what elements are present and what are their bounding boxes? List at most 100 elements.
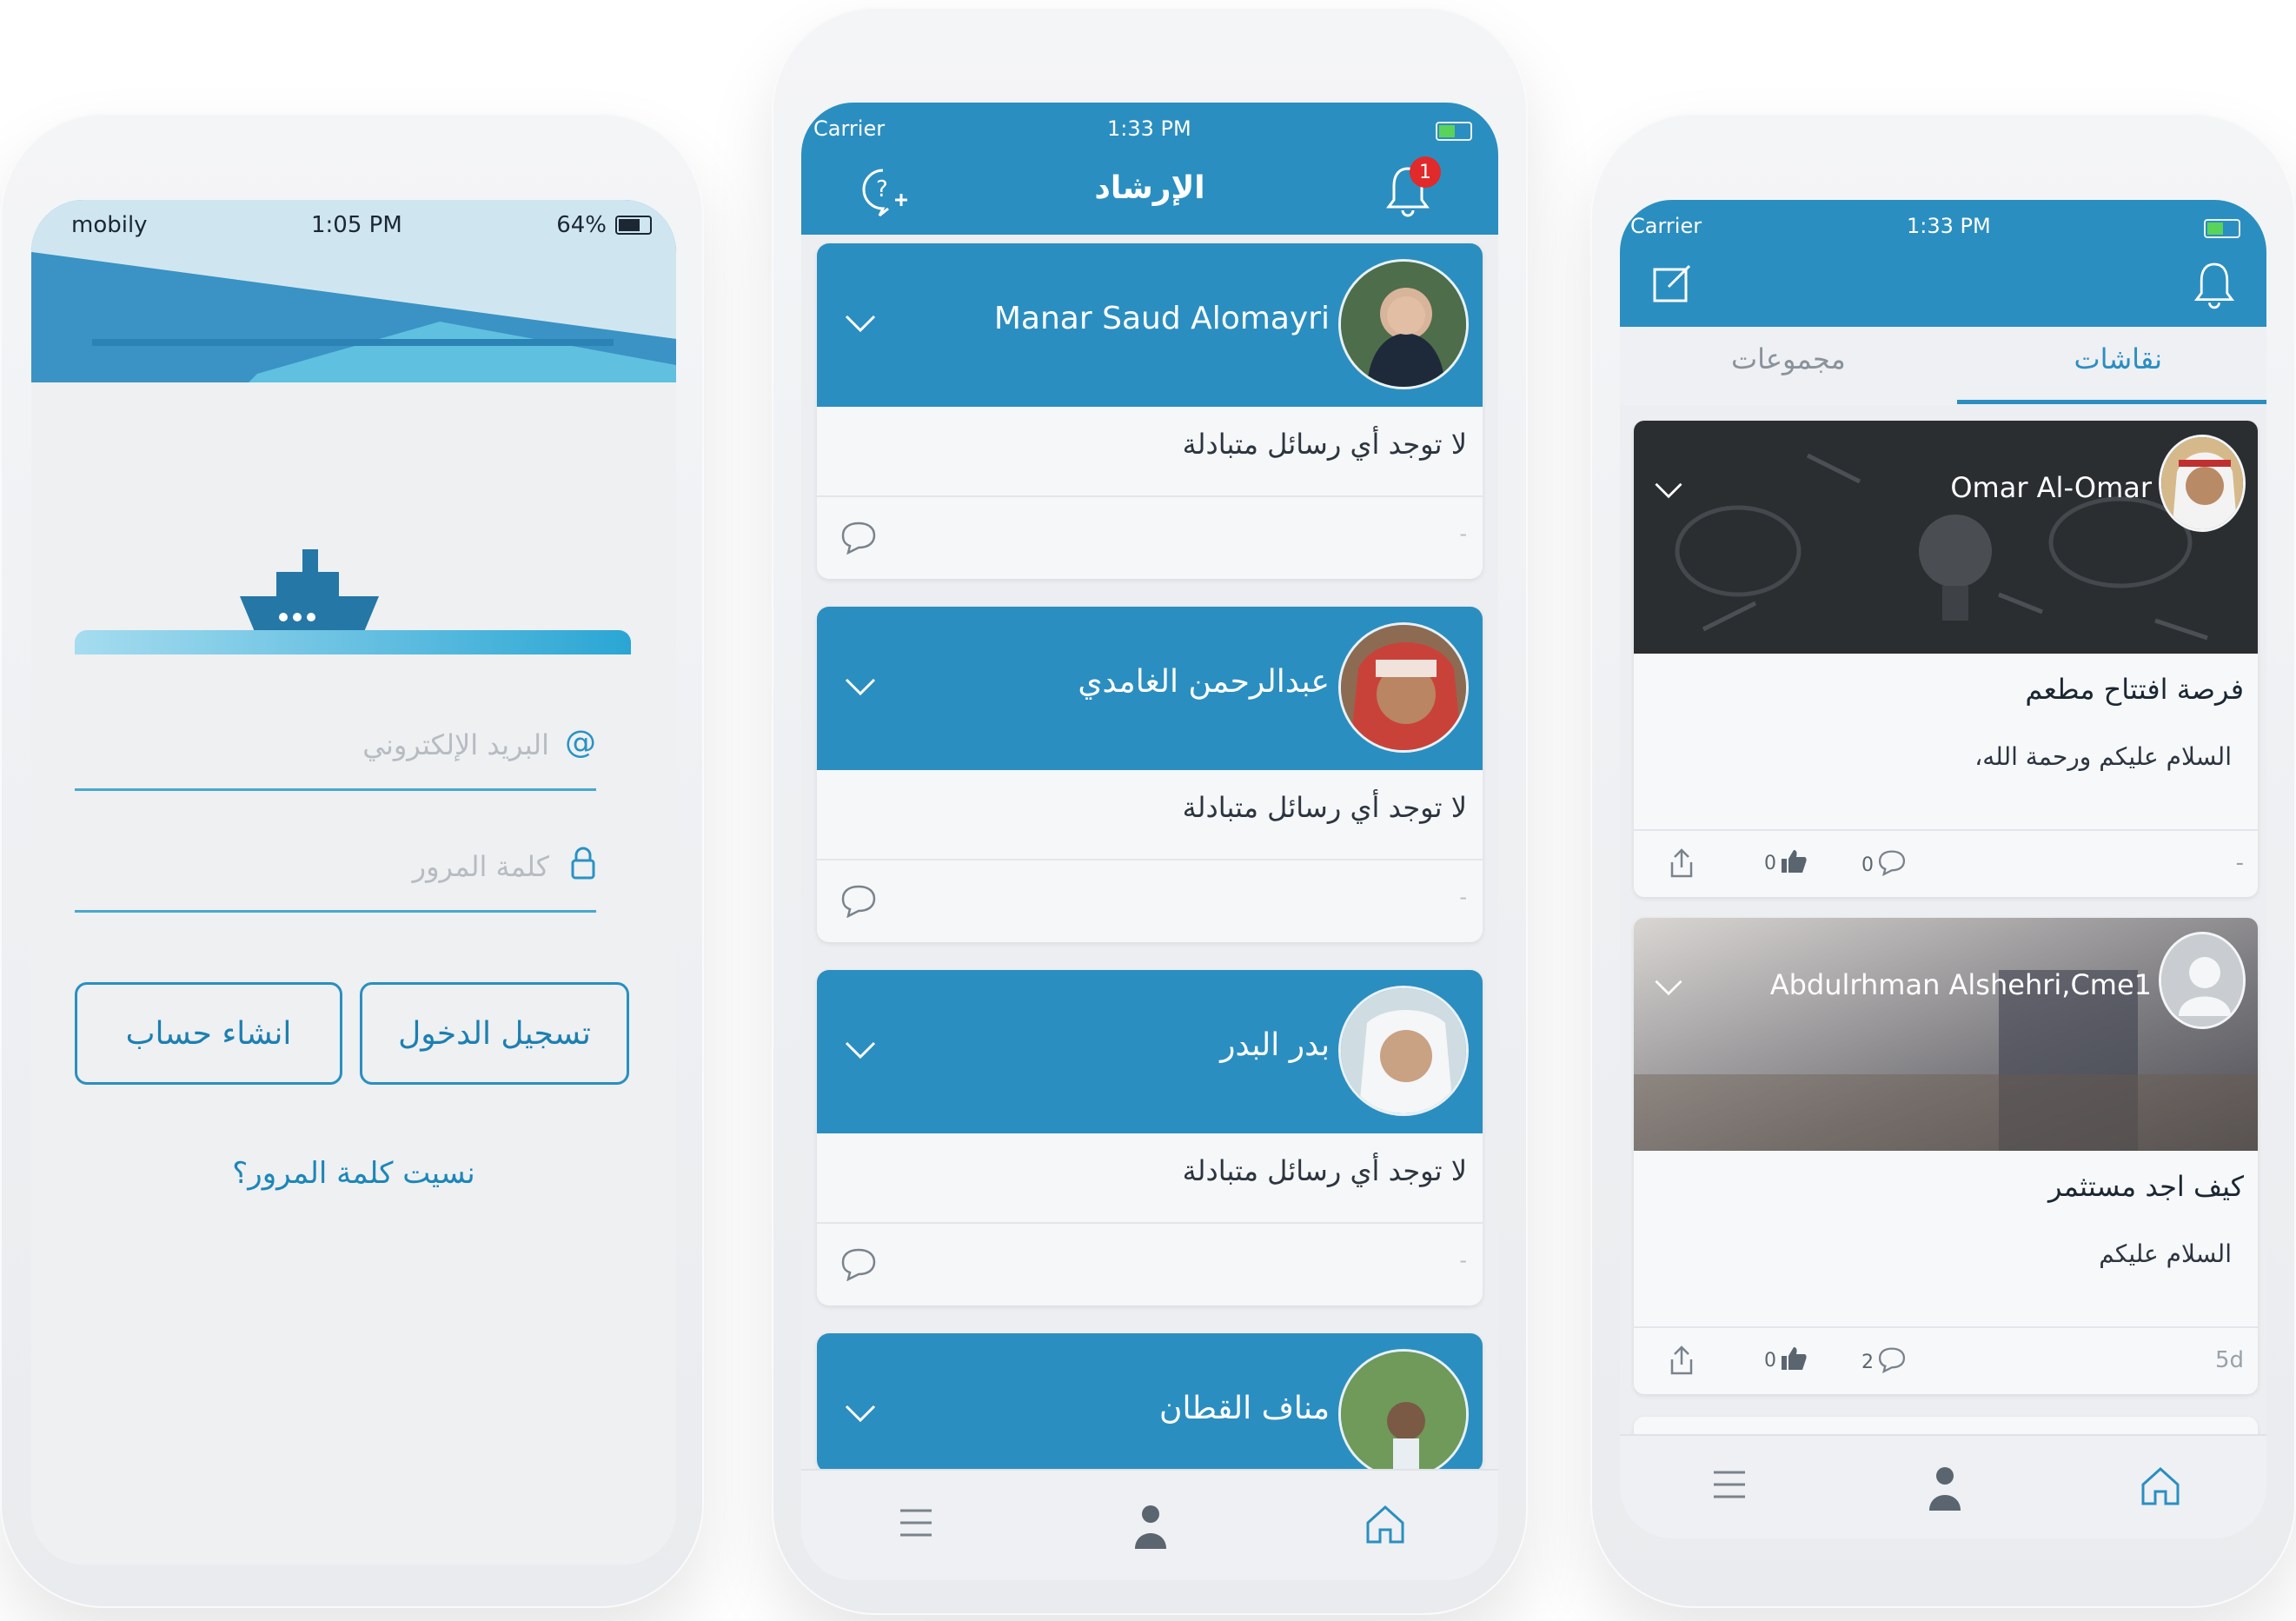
comment-icon[interactable] bbox=[839, 1246, 878, 1281]
chevron-down-icon[interactable] bbox=[1651, 970, 1686, 1005]
clock: 1:33 PM bbox=[1107, 116, 1191, 141]
battery-icon bbox=[2204, 219, 2240, 238]
avatar bbox=[1338, 622, 1469, 753]
post-card[interactable]: Omar Al-Omar فرصة افتتاح مطعم السلام علي… bbox=[1634, 421, 2258, 897]
password-placeholder: كلمة المرور bbox=[412, 850, 549, 883]
active-tab-indicator bbox=[1957, 400, 2266, 404]
chevron-down-icon[interactable] bbox=[841, 1031, 879, 1069]
comment-icon[interactable] bbox=[839, 883, 878, 918]
post-body: السلام عليكم ورحمة الله، bbox=[1974, 742, 2232, 771]
post-actions: 0 2 5d bbox=[1634, 1342, 2258, 1385]
post-title: فرصة افتتاح مطعم bbox=[2025, 673, 2244, 706]
like-count: 0 bbox=[1764, 853, 1776, 874]
comment-icon[interactable] bbox=[839, 520, 878, 555]
avatar bbox=[1338, 986, 1469, 1116]
ship-icon bbox=[75, 530, 631, 669]
status-bar: Carrier 1:33 PM bbox=[1620, 207, 2266, 242]
tab-discussions[interactable]: نقاشات bbox=[2074, 342, 2162, 375]
comment-count: 0 bbox=[1861, 854, 1874, 876]
post-card[interactable]: Abdulrhman Alshehri,Cme1 كيف اجد مستثمر … bbox=[1634, 918, 2258, 1394]
status-dash: - bbox=[1459, 1248, 1467, 1272]
mentor-card[interactable]: Manar Saud Alomayri لا توجد أي رسائل متب… bbox=[817, 243, 1483, 579]
like-button[interactable]: 0 bbox=[1764, 848, 1808, 874]
comment-button[interactable]: 0 bbox=[1861, 848, 1907, 876]
profile-icon[interactable] bbox=[1926, 1465, 1964, 1511]
battery-percent: 64% bbox=[556, 212, 607, 238]
mentorship-screen: Carrier 1:33 PM ? الإرشاد 1 Manar Saud A… bbox=[801, 103, 1498, 1580]
profile-icon[interactable] bbox=[1131, 1504, 1170, 1549]
share-icon[interactable] bbox=[1669, 1345, 1695, 1375]
tab-groups[interactable]: مجموعات bbox=[1731, 342, 1846, 375]
status-dash: - bbox=[1459, 885, 1467, 909]
login-phone: mobily 1:05 PM 64% البريد الإلكتروني @ ك… bbox=[0, 113, 704, 1608]
chevron-down-icon[interactable] bbox=[841, 1394, 879, 1432]
mentor-name: بدر البدر bbox=[1220, 1027, 1330, 1063]
post-title: كيف اجد مستثمر bbox=[2048, 1170, 2244, 1203]
avatar bbox=[1338, 259, 1469, 389]
mentor-name: عبدالرحمن الغامدي bbox=[1078, 664, 1330, 700]
login-header: mobily 1:05 PM 64% bbox=[31, 200, 676, 382]
mentor-card[interactable]: عبدالرحمن الغامدي لا توجد أي رسائل متباد… bbox=[817, 607, 1483, 942]
top-bar: Carrier 1:33 PM ? الإرشاد 1 bbox=[801, 103, 1498, 235]
status-dash: - bbox=[1459, 522, 1467, 546]
status-bar: mobily 1:05 PM 64% bbox=[31, 200, 676, 252]
discussions-phone: Carrier 1:33 PM مجموعات نقاشات Omar Al-O… bbox=[1590, 113, 2296, 1608]
carrier-label: Carrier bbox=[813, 116, 886, 141]
comment-count: 2 bbox=[1861, 1352, 1874, 1373]
comment-icon bbox=[1878, 1347, 1906, 1373]
battery-icon bbox=[1436, 122, 1472, 141]
carrier-label: mobily bbox=[71, 212, 148, 238]
signup-button[interactable]: انشاء حساب bbox=[75, 982, 342, 1085]
clock: 1:05 PM bbox=[311, 212, 402, 238]
lock-icon bbox=[570, 847, 596, 887]
mentor-name: Manar Saud Alomayri bbox=[993, 301, 1330, 336]
mentor-card[interactable]: بدر البدر لا توجد أي رسائل متبادلة - bbox=[817, 970, 1483, 1305]
last-message: لا توجد أي رسائل متبادلة bbox=[1182, 428, 1467, 461]
post-body: السلام عليكم bbox=[2099, 1239, 2232, 1268]
forgot-password-link[interactable]: نسيت كلمة المرور؟ bbox=[31, 1156, 676, 1191]
bottom-tab-bar bbox=[1620, 1434, 2266, 1538]
author-name: Abdulrhman Alshehri,Cme1 bbox=[1769, 968, 2152, 1001]
mentor-card[interactable]: مناف القطان bbox=[817, 1333, 1483, 1472]
thumbs-up-icon bbox=[1782, 850, 1807, 873]
email-field[interactable]: البريد الإلكتروني @ bbox=[75, 713, 596, 791]
mentorship-phone: Carrier 1:33 PM ? الإرشاد 1 Manar Saud A… bbox=[772, 7, 1528, 1615]
notification-badge: 1 bbox=[1410, 156, 1441, 188]
last-message: لا توجد أي رسائل متبادلة bbox=[1182, 1154, 1467, 1187]
chevron-down-icon[interactable] bbox=[1651, 473, 1686, 508]
avatar-placeholder-icon bbox=[2159, 932, 2246, 1029]
like-button[interactable]: 0 bbox=[1764, 1345, 1808, 1372]
author-name: Omar Al-Omar bbox=[1950, 471, 2152, 504]
password-field[interactable]: كلمة المرور bbox=[75, 834, 596, 913]
thumbs-up-icon bbox=[1782, 1347, 1807, 1370]
post-actions: 0 0 - bbox=[1634, 845, 2258, 888]
login-button[interactable]: تسجيل الدخول bbox=[360, 982, 629, 1085]
share-icon[interactable] bbox=[1669, 848, 1695, 878]
chevron-down-icon[interactable] bbox=[841, 668, 879, 706]
status-bar: Carrier 1:33 PM bbox=[801, 110, 1498, 144]
avatar bbox=[1338, 1349, 1469, 1472]
home-icon[interactable] bbox=[2140, 1465, 2181, 1507]
menu-icon[interactable] bbox=[1710, 1465, 1749, 1504]
mentor-name: مناف القطان bbox=[1159, 1391, 1330, 1426]
post-age: 5d bbox=[2214, 1347, 2244, 1373]
comment-icon bbox=[1878, 850, 1906, 876]
home-icon[interactable] bbox=[1364, 1504, 1406, 1545]
notifications-button[interactable]: 1 bbox=[1385, 156, 1441, 224]
discussions-screen: Carrier 1:33 PM مجموعات نقاشات Omar Al-O… bbox=[1620, 200, 2266, 1538]
compose-icon[interactable] bbox=[1651, 261, 1695, 304]
carrier-label: Carrier bbox=[1630, 214, 1702, 238]
bell-icon[interactable] bbox=[2193, 259, 2235, 311]
post-age: - bbox=[2235, 850, 2244, 876]
menu-icon[interactable] bbox=[897, 1504, 935, 1542]
at-icon: @ bbox=[565, 725, 596, 761]
avatar bbox=[2159, 435, 2246, 532]
segment-tabs: مجموعات نقاشات bbox=[1620, 327, 2266, 405]
chevron-down-icon[interactable] bbox=[841, 304, 879, 342]
battery-icon bbox=[615, 216, 652, 235]
comment-button[interactable]: 2 bbox=[1861, 1345, 1907, 1373]
email-placeholder: البريد الإلكتروني bbox=[362, 728, 549, 761]
top-bar: Carrier 1:33 PM bbox=[1620, 200, 2266, 327]
water-line bbox=[75, 630, 631, 654]
bottom-tab-bar bbox=[801, 1469, 1498, 1580]
